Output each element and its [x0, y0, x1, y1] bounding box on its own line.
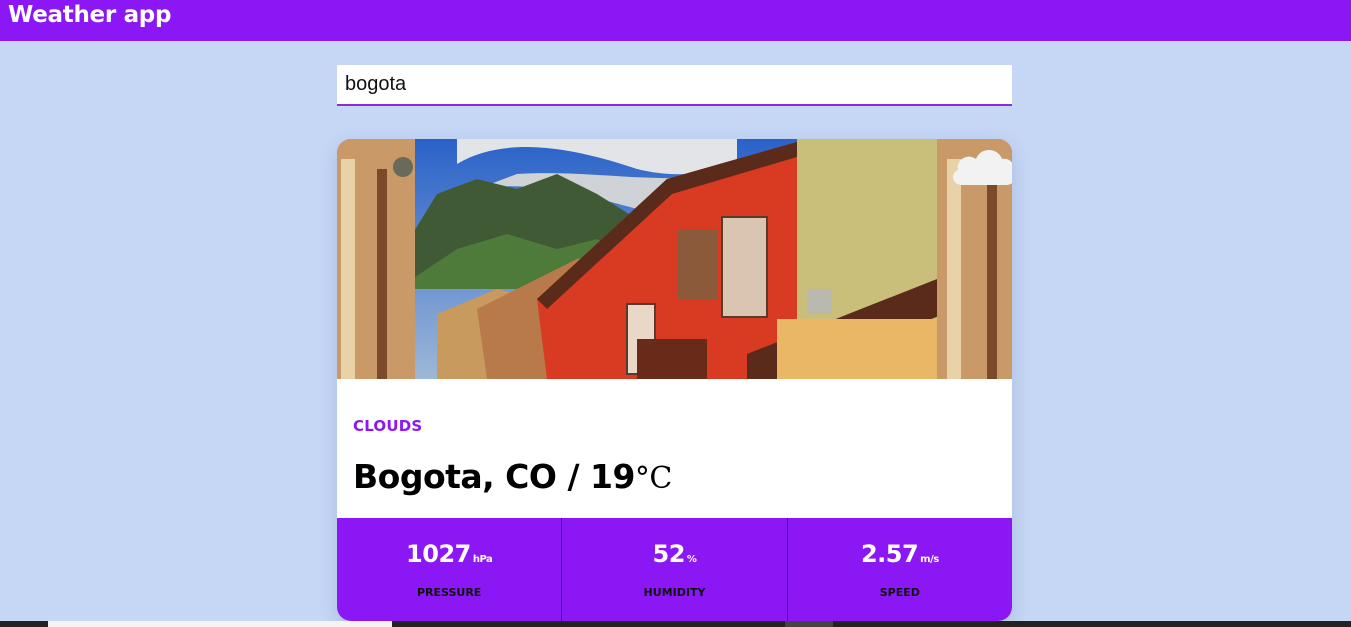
weather-card: CLOUDS Bogota, CO / 19°C 1027 hPa PRESSUR… — [337, 139, 1012, 621]
cloud-icon — [953, 150, 1012, 185]
location-text: Bogota, CO / 19 — [353, 457, 635, 496]
location-temperature: Bogota, CO / 19°C — [353, 457, 672, 496]
taskbar — [0, 621, 1351, 627]
humidity-label: HUMIDITY — [643, 586, 706, 599]
weather-condition: CLOUDS — [353, 417, 423, 435]
speed-unit: m/s — [920, 554, 939, 565]
speed-label: SPEED — [879, 586, 920, 599]
humidity-value: 52 — [652, 540, 686, 568]
stat-speed: 2.57 m/s SPEED — [786, 518, 1012, 621]
stat-pressure: 1027 hPa PRESSURE — [337, 518, 561, 621]
pressure-value: 1027 — [406, 540, 471, 568]
speed-value: 2.57 — [860, 540, 919, 568]
humidity-unit: % — [686, 554, 697, 565]
taskbar-item[interactable] — [48, 621, 392, 627]
city-search-input[interactable] — [337, 65, 1012, 106]
temperature-unit: °C — [634, 461, 672, 496]
pressure-unit: hPa — [472, 554, 493, 565]
app-title: Weather app — [8, 2, 172, 28]
taskbar-item[interactable] — [785, 621, 833, 627]
pressure-label: PRESSURE — [417, 586, 482, 599]
stat-humidity: 52% HUMIDITY — [561, 518, 786, 621]
city-photo — [337, 139, 1012, 379]
weather-stats: 1027 hPa PRESSURE 52% HUMIDITY 2.57 m/s SP… — [337, 518, 1012, 621]
app-header: Weather app — [0, 0, 1351, 41]
